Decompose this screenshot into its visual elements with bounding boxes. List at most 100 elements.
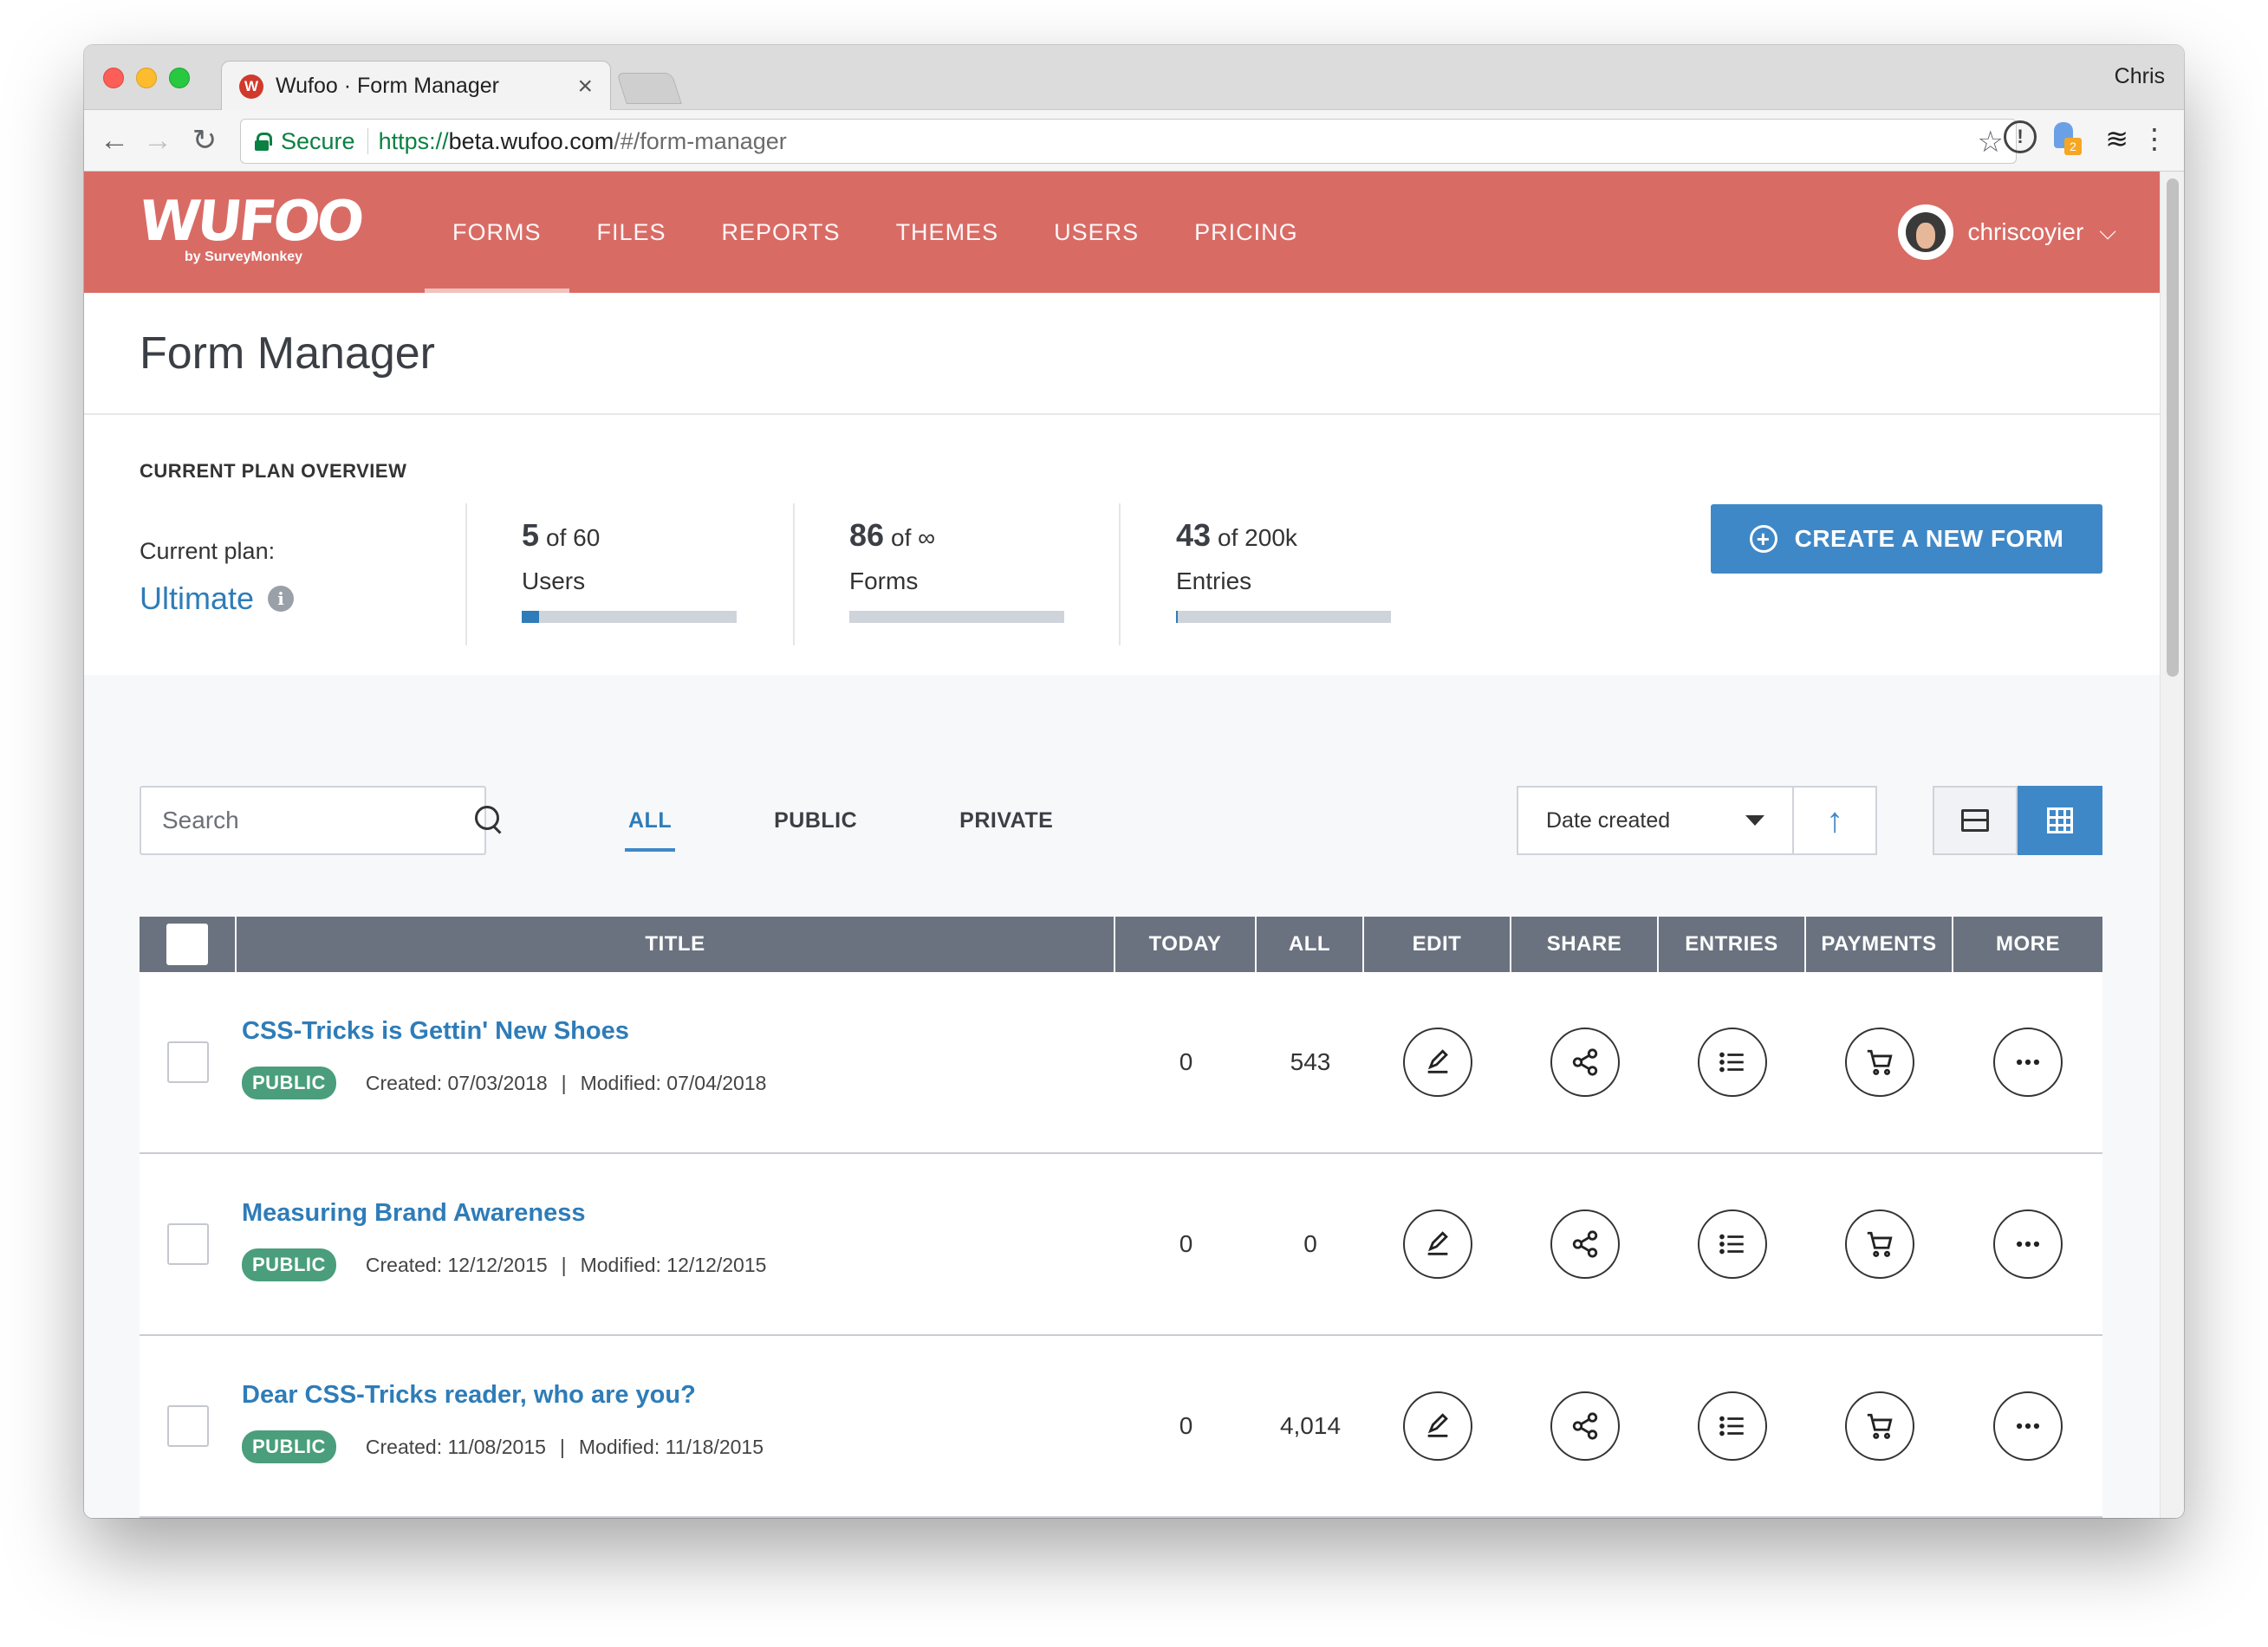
column-all[interactable]: ALL (1257, 917, 1364, 972)
onepassword-extension-icon[interactable]: ! (2004, 120, 2037, 153)
entries-button[interactable] (1698, 1209, 1767, 1279)
extension-badge: 2 (2064, 138, 2082, 155)
edit-button[interactable] (1403, 1209, 1472, 1279)
all-count: 0 (1303, 1230, 1317, 1257)
share-icon (1572, 1230, 1598, 1258)
payments-button[interactable] (1845, 1028, 1914, 1097)
title-cell: Dear CSS-Tricks reader, who are you? PUB… (237, 1336, 1115, 1516)
browser-menu-icon[interactable]: ⋮ (2141, 122, 2168, 155)
nav-themes[interactable]: THEMES (868, 172, 1027, 293)
minimize-window-button[interactable] (136, 68, 157, 88)
nav-pricing[interactable]: PRICING (1166, 172, 1326, 293)
select-all-checkbox[interactable] (166, 924, 208, 965)
share-button[interactable] (1550, 1028, 1620, 1097)
row-select-cell (140, 1154, 237, 1334)
grid-view-icon (2047, 807, 2073, 833)
plan-name-link[interactable]: Ultimate i (140, 580, 295, 617)
nav-files[interactable]: FILES (569, 172, 694, 293)
select-all-cell (140, 917, 237, 972)
edit-button[interactable] (1403, 1028, 1472, 1097)
modified-date: Modified: 07/04/2018 (580, 1071, 767, 1094)
tab-all[interactable]: ALL (624, 786, 676, 855)
more-button[interactable] (1993, 1209, 2063, 1279)
more-cell (1953, 1154, 2102, 1334)
column-today[interactable]: TODAY (1115, 917, 1257, 972)
form-title-link[interactable]: Measuring Brand Awareness (242, 1199, 585, 1228)
close-window-button[interactable] (103, 68, 124, 88)
browser-tab[interactable]: W Wufoo · Form Manager × (221, 61, 611, 111)
more-button[interactable] (1993, 1028, 2063, 1097)
wufoo-logo[interactable]: WUFOO by SurveyMonkey (136, 190, 364, 265)
row-checkbox[interactable] (167, 1405, 209, 1447)
nav-forms[interactable]: FORMS (425, 172, 569, 293)
tab-bar: W Wufoo · Form Manager × Chris (84, 45, 2184, 111)
payments-button[interactable] (1845, 1391, 1914, 1461)
entries-button[interactable] (1698, 1391, 1767, 1461)
row-checkbox[interactable] (167, 1041, 209, 1083)
stat-entries-label: Entries (1176, 567, 1252, 594)
form-meta: PUBLIC Created: 07/03/2018 | Modified: 0… (242, 1067, 766, 1099)
sort-select[interactable]: Date created (1517, 786, 1794, 855)
browser-toolbar: ← → ↻ Secure https:// beta.wufoo.com /#/… (84, 110, 2184, 172)
list-icon (1719, 1234, 1744, 1255)
all-cell: 0 (1257, 1154, 1364, 1334)
stat-entries-value: 43 (1176, 517, 1212, 553)
payments-cell (1806, 972, 1953, 1152)
nav-reports[interactable]: REPORTS (694, 172, 868, 293)
new-tab-button[interactable] (616, 73, 682, 104)
page-title: Form Manager (140, 328, 435, 379)
payments-button[interactable] (1845, 1209, 1914, 1279)
entries-usage-fill (1176, 611, 1179, 623)
grid-view-button[interactable] (2018, 786, 2102, 855)
today-cell: 0 (1115, 972, 1257, 1152)
share-button[interactable] (1550, 1209, 1620, 1279)
bookmark-star-icon[interactable]: ☆ (1978, 125, 2004, 159)
info-icon[interactable]: i (268, 586, 295, 612)
cart-icon (1867, 1049, 1893, 1075)
forward-arrow-icon[interactable]: → (138, 120, 178, 160)
zoom-window-button[interactable] (169, 68, 190, 88)
tab-close-icon[interactable]: × (577, 72, 593, 101)
main-nav: FORMS FILES REPORTS THEMES USERS PRICING (425, 172, 1326, 293)
row-checkbox[interactable] (167, 1223, 209, 1265)
entries-button[interactable] (1698, 1028, 1767, 1097)
url-scheme: https:// (378, 127, 449, 154)
address-bar[interactable]: Secure https:// beta.wufoo.com /#/form-m… (240, 119, 2017, 164)
user-menu[interactable]: chriscoyier ⌵ (1898, 204, 2116, 260)
page-title-bar: Form Manager (84, 293, 2160, 415)
lock-icon (255, 133, 272, 151)
form-title-link[interactable]: CSS-Tricks is Gettin' New Shoes (242, 1017, 629, 1046)
forms-table: TITLE TODAY ALL EDIT SHARE ENTRIES PAYME… (140, 917, 2102, 1518)
title-cell: Measuring Brand Awareness PUBLIC Created… (237, 1154, 1115, 1334)
search-field[interactable] (140, 786, 499, 855)
list-icon (1719, 1052, 1744, 1073)
list-view-button[interactable] (1933, 786, 2018, 855)
scrollbar-thumb[interactable] (2167, 178, 2179, 677)
all-count: 543 (1290, 1048, 1331, 1075)
table-row: CSS-Tricks is Gettin' New Shoes PUBLIC C… (140, 972, 2102, 1154)
reload-icon[interactable]: ↻ (185, 120, 224, 160)
tab-public[interactable]: PUBLIC (774, 786, 857, 855)
column-title[interactable]: TITLE (237, 917, 1115, 972)
all-cell: 543 (1257, 972, 1364, 1152)
browser-profile-name[interactable]: Chris (2115, 64, 2165, 89)
nav-users[interactable]: USERS (1026, 172, 1166, 293)
edit-button[interactable] (1403, 1391, 1472, 1461)
stat-users-label: Users (522, 567, 586, 594)
tab-private[interactable]: PRIVATE (959, 786, 1053, 855)
back-arrow-icon[interactable]: ← (94, 120, 134, 160)
buffer-extension-icon[interactable]: ≋ (2105, 122, 2128, 155)
page-scrollbar[interactable] (2160, 172, 2184, 1518)
entries-usage-bar (1176, 611, 1391, 623)
address-divider (367, 128, 368, 154)
create-new-form-button[interactable]: + CREATE A NEW FORM (1711, 504, 2102, 574)
search-input[interactable] (162, 807, 475, 834)
logo-wordmark: WUFOO (136, 190, 364, 254)
sort-direction-button[interactable]: ↑ (1792, 786, 1877, 855)
form-title-link[interactable]: Dear CSS-Tricks reader, who are you? (242, 1381, 696, 1410)
more-button[interactable] (1993, 1391, 2063, 1461)
meta-separator: | (561, 1071, 567, 1094)
share-button[interactable] (1550, 1391, 1620, 1461)
users-usage-bar (522, 611, 737, 623)
lastpass-extension-icon[interactable]: 2 (2050, 122, 2082, 155)
